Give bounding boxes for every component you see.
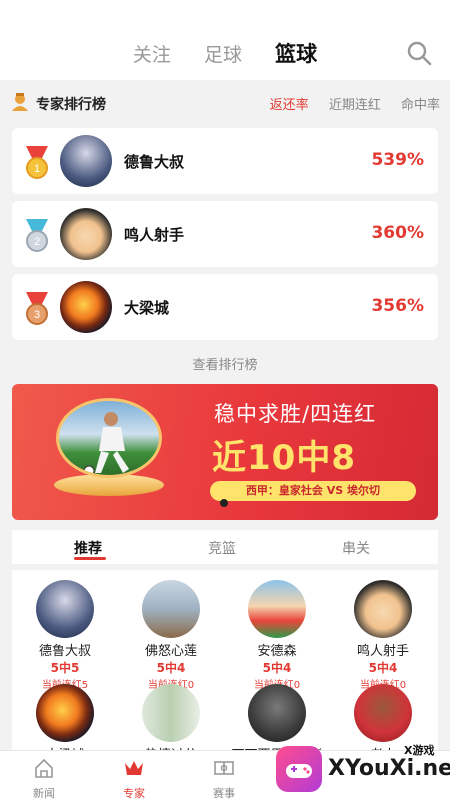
tab-recommend[interactable]: 推荐 [74, 538, 102, 558]
expert-card[interactable]: 佛怒心莲 5中4 当前连红0 [118, 580, 224, 691]
expert-record: 5中4 [368, 661, 398, 675]
ranking-header: 专家排行榜 返还率 近期连红 命中率 [0, 86, 450, 120]
expert-name: 安德森 [257, 644, 297, 659]
court-icon [214, 761, 234, 775]
medal-rank-number: 1 [34, 163, 40, 175]
banner-headline: 稳中求胜/四连红 [214, 402, 377, 426]
expert-card[interactable]: 德鲁大叔 5中5 当前连红5 [12, 580, 118, 691]
nav-news[interactable]: 新闻 [14, 757, 74, 800]
tab-follow[interactable]: 关注 [133, 40, 171, 67]
avatar [248, 684, 306, 742]
expert-name: 大梁城 [124, 299, 170, 317]
expert-record: 5中4 [156, 661, 186, 675]
expert-card[interactable]: 安德森 5中4 当前连红0 [224, 580, 330, 691]
expert-record: 5中5 [50, 661, 80, 675]
nav-news-label: 新闻 [33, 787, 55, 800]
avatar [60, 208, 112, 260]
avatar [36, 580, 94, 638]
expert-name: 德鲁大叔 [38, 644, 91, 659]
carousel-indicator[interactable] [220, 499, 228, 507]
view-ranking-link[interactable]: 查看排行榜 [0, 354, 450, 373]
sub-tabs: 推荐 竞篮 串关 [12, 530, 438, 564]
sort-recent-streak[interactable]: 近期连红 [329, 98, 381, 113]
ranking-row[interactable]: 3 大梁城 356% [12, 274, 438, 340]
top-bar: 关注 足球 篮球 [0, 0, 450, 80]
banner-match: 西甲：皇家社会 VS 埃尔切 [210, 481, 416, 501]
medal-rank-number: 3 [34, 309, 40, 321]
silver-medal-icon: 2 [26, 219, 48, 252]
tab-parlay[interactable]: 串关 [342, 538, 370, 558]
expert-card[interactable]: 鸣人射手 5中4 当前连红0 [330, 580, 436, 691]
avatar [60, 135, 112, 187]
ranking-row[interactable]: 2 鸣人射手 360% [12, 201, 438, 267]
expert-name: 佛怒心莲 [144, 644, 197, 659]
gamepad-logo-icon [276, 746, 322, 792]
expert-name: 德鲁大叔 [124, 153, 185, 171]
ranking-sort-options: 返还率 近期连红 命中率 [254, 94, 440, 113]
experts-grid: 德鲁大叔 5中5 当前连红5 佛怒心莲 5中4 当前连红0 安德森 5中4 当前… [12, 570, 438, 763]
player-silhouette [83, 412, 129, 475]
banner-player-image [56, 398, 162, 478]
gold-medal-icon: 1 [26, 146, 48, 179]
avatar [248, 580, 306, 638]
expert-icon [12, 93, 28, 111]
ranking-row[interactable]: 1 德鲁大叔 539% [12, 128, 438, 194]
house-icon [35, 758, 53, 778]
expert-name: 鸣人射手 [356, 644, 409, 659]
expert-name: 鸣人射手 [124, 226, 185, 244]
return-rate: 360% [371, 223, 424, 243]
avatar [60, 281, 112, 333]
return-rate: 356% [371, 296, 424, 316]
search-icon[interactable] [406, 40, 432, 66]
tab-basketball[interactable]: 篮球 [275, 38, 317, 68]
avatar [36, 684, 94, 742]
banner-record: 近10中8 [212, 438, 356, 478]
watermark-brand: XYouXi.net [328, 756, 450, 781]
return-rate: 539% [371, 150, 424, 170]
site-watermark: X游戏 XYouXi.net [276, 742, 450, 800]
ranking-title: 专家排行榜 [36, 97, 106, 113]
nav-matches[interactable]: 赛事 [194, 757, 254, 800]
nav-experts[interactable]: 专家 [104, 757, 164, 800]
nav-matches-label: 赛事 [213, 787, 235, 800]
crown-icon [125, 761, 143, 775]
avatar [354, 684, 412, 742]
sort-hit-rate[interactable]: 命中率 [401, 98, 440, 113]
medal-rank-number: 2 [34, 236, 40, 248]
avatar [142, 684, 200, 742]
sort-return-rate[interactable]: 返还率 [270, 98, 309, 113]
avatar [142, 580, 200, 638]
tab-football[interactable]: 足球 [204, 40, 242, 67]
expert-record: 5中4 [262, 661, 292, 675]
top-tabs: 关注 足球 篮球 [0, 38, 450, 68]
tab-underline [74, 557, 106, 560]
bronze-medal-icon: 3 [26, 292, 48, 325]
nav-experts-label: 专家 [123, 787, 145, 800]
avatar [354, 580, 412, 638]
tab-jinglan[interactable]: 竞篮 [208, 538, 236, 558]
